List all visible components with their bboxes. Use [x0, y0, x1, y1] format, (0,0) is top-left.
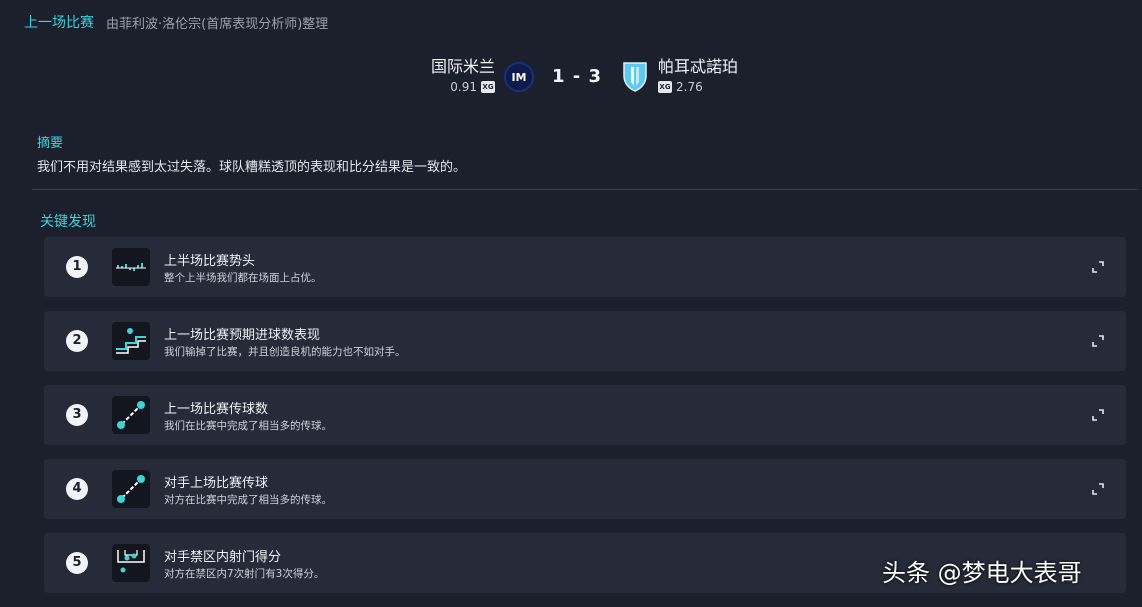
finding-description: 整个上半场我们都在场面上占优。 — [164, 272, 322, 284]
divider — [32, 189, 1138, 190]
finding-card[interactable]: 4 对手上场比赛传球 对方在比赛中完成了相当多的传球。 — [44, 459, 1126, 519]
finding-description: 对方在禁区内7次射门有3次得分。 — [164, 568, 325, 580]
finding-card[interactable]: 1 上半场比赛势头 整个上半场我们都在场面上占优。 — [44, 237, 1126, 297]
page-title[interactable]: 上一场比赛 — [24, 12, 94, 32]
finding-card[interactable]: 3 上一场比赛传球数 我们在比赛中完成了相当多的传球。 — [44, 385, 1126, 445]
passes-icon — [112, 470, 150, 508]
xg-icon: XG — [658, 81, 672, 93]
home-team-name[interactable]: 国际米兰 — [431, 56, 495, 78]
page-header: 上一场比赛 由菲利波·洛伦宗(首席表现分析师)整理 — [24, 12, 328, 32]
home-team: 国际米兰 0.91 XG — [431, 56, 495, 94]
away-team: 帕耳忒諾珀 XG 2.76 — [658, 56, 738, 94]
away-team-name[interactable]: 帕耳忒諾珀 — [658, 56, 738, 78]
away-xg: XG 2.76 — [658, 80, 738, 94]
finding-title: 上半场比赛势头 — [164, 254, 256, 269]
away-xg-value: 2.76 — [676, 80, 703, 94]
home-crest-icon[interactable]: IM — [504, 62, 534, 92]
expand-icon[interactable] — [1092, 335, 1104, 347]
expand-icon[interactable] — [1092, 409, 1104, 421]
summary-text: 我们不用对结果感到太过失落。球队糟糕透顶的表现和比分结果是一致的。 — [37, 160, 467, 175]
summary-label: 摘要 — [37, 136, 64, 151]
passes-icon — [112, 396, 150, 434]
finding-title: 上一场比赛传球数 — [164, 402, 269, 417]
finding-description: 我们在比赛中完成了相当多的传球。 — [164, 420, 332, 432]
expand-icon[interactable] — [1092, 483, 1104, 495]
finding-title: 上一场比赛预期进球数表现 — [164, 328, 321, 343]
findings-label: 关键发现 — [40, 214, 96, 230]
expand-icon[interactable] — [1092, 261, 1104, 273]
findings-list: 1 上半场比赛势头 整个上半场我们都在场面上占优。 2 上一场比赛预期进球数表现… — [44, 237, 1126, 607]
match-score: 1 - 3 — [551, 66, 603, 87]
finding-title: 对手禁区内射门得分 — [164, 550, 282, 565]
match-scoreline: 国际米兰 0.91 XG IM 1 - 3 帕耳忒諾珀 XG 2.76 — [0, 56, 1142, 106]
finding-number: 1 — [66, 256, 88, 278]
finding-card[interactable]: 2 上一场比赛预期进球数表现 我们输掉了比赛，并且创造良机的能力也不如对手。 — [44, 311, 1126, 371]
finding-number: 4 — [66, 478, 88, 500]
home-xg: 0.91 XG — [431, 80, 495, 94]
away-crest-icon[interactable] — [622, 60, 648, 92]
finding-title: 对手上场比赛传球 — [164, 476, 269, 491]
momentum-icon — [112, 248, 150, 286]
finding-description: 对方在比赛中完成了相当多的传球。 — [164, 494, 332, 506]
watermark: 头条 @梦电大表哥 — [882, 559, 1082, 587]
finding-number: 3 — [66, 404, 88, 426]
page-subtitle: 由菲利波·洛伦宗(首席表现分析师)整理 — [106, 16, 329, 32]
penalty-box-icon — [112, 544, 150, 582]
finding-number: 5 — [66, 552, 88, 574]
finding-description: 我们输掉了比赛，并且创造良机的能力也不如对手。 — [164, 346, 406, 358]
home-xg-value: 0.91 — [450, 80, 477, 94]
xg-chart-icon — [112, 322, 150, 360]
xg-icon: XG — [481, 81, 495, 93]
finding-number: 2 — [66, 330, 88, 352]
